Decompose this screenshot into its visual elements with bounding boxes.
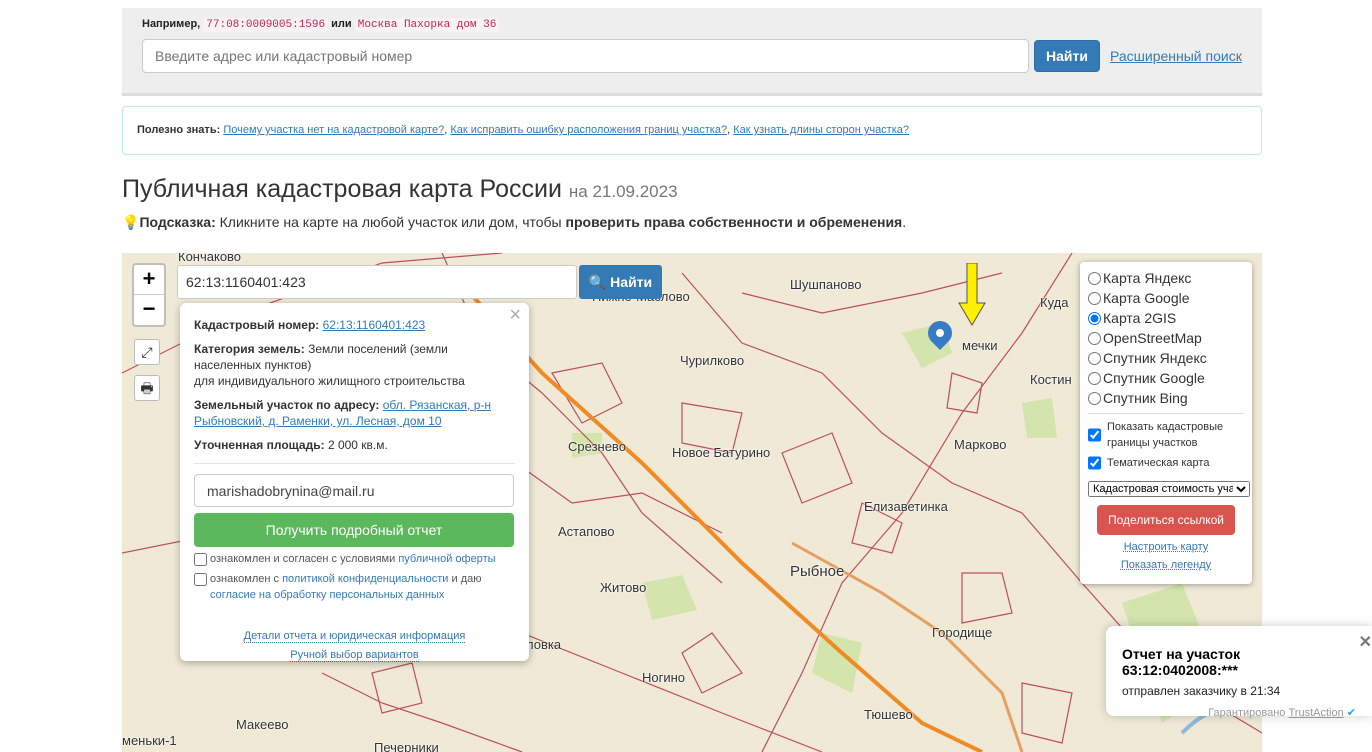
search-button[interactable]: Найти xyxy=(1034,40,1100,72)
example-cadastral[interactable]: 77:08:0009005:1596 xyxy=(203,18,329,32)
manual-select-link[interactable]: Ручной выбор вариантов xyxy=(290,649,419,662)
map-label: Рыбное xyxy=(790,563,845,580)
layer-option[interactable]: Спутник Bing xyxy=(1088,388,1244,408)
layer-option[interactable]: Карта 2GIS xyxy=(1088,308,1244,328)
search-panel: Например, 77:08:0009005:1596 или Москва … xyxy=(122,8,1262,96)
map-label: ловка xyxy=(526,637,562,652)
print-icon[interactable]: 🖶 xyxy=(134,375,160,401)
privacy-link[interactable]: политикой конфиденциальности xyxy=(282,573,448,585)
layer-option[interactable]: Карта Яндекс xyxy=(1088,268,1244,288)
map-label: Городище xyxy=(932,625,993,640)
search-icon: 🔍 xyxy=(588,273,607,290)
parcel-popup: × Кадастровый номер: 62:13:1160401:423 К… xyxy=(180,303,529,662)
share-link-button[interactable]: Поделиться ссылкой xyxy=(1097,505,1235,535)
report-notification: ✕ Отчет на участок 63:12:0402008:*** отп… xyxy=(1106,626,1372,719)
tips-panel: Полезно знать: Почему участка нет на кад… xyxy=(122,106,1262,155)
map-label: Срезнево xyxy=(568,439,626,454)
layer-option[interactable]: Спутник Яндекс xyxy=(1088,348,1244,368)
offer-checkbox[interactable] xyxy=(194,552,207,566)
map-label: Шушпаново xyxy=(790,277,862,292)
arrow-down-icon xyxy=(958,263,986,326)
map-date: на 21.09.2023 xyxy=(568,182,678,201)
map-label: Новое Батурино xyxy=(672,445,771,460)
show-legend-link[interactable]: Показать легенду xyxy=(1088,559,1244,571)
page-title: Публичная кадастровая карта России на 21… xyxy=(122,175,678,203)
map-label: мечки xyxy=(962,338,998,353)
search-input[interactable] xyxy=(142,39,1029,73)
report-details-link[interactable]: Детали отчета и юридическая информация xyxy=(243,630,466,643)
map-label: Марково xyxy=(954,437,1007,452)
map-label: Кончаково xyxy=(178,253,242,264)
fullscreen-icon[interactable]: ⤢ xyxy=(134,339,160,365)
close-icon[interactable]: × xyxy=(509,305,521,325)
configure-map-link[interactable]: Настроить карту xyxy=(1088,541,1244,553)
map-label: Елизаветинка xyxy=(864,499,948,514)
tip-link[interactable]: Почему участка нет на кадастровой карте? xyxy=(223,124,444,136)
tip-link[interactable]: Как исправить ошибку расположения границ… xyxy=(450,124,727,136)
map-label: Ногино xyxy=(642,670,686,685)
consent-link[interactable]: согласие на обработку персональных данны… xyxy=(210,589,444,601)
get-report-button[interactable]: Получить подробный отчет xyxy=(194,513,514,547)
privacy-checkbox[interactable] xyxy=(194,572,207,586)
search-example: Например, 77:08:0009005:1596 или Москва … xyxy=(142,18,500,32)
close-icon[interactable]: ✕ xyxy=(1359,632,1372,652)
layers-panel: Карта Яндекс Карта Google Карта 2GIS Ope… xyxy=(1080,262,1252,584)
map-label: меньки-1 xyxy=(122,733,177,748)
map-label: Макеево xyxy=(236,717,289,732)
thematic-select[interactable]: Кадастровая стоимость участков xyxy=(1088,481,1250,497)
map-label: Костин xyxy=(1030,372,1072,387)
zoom-out-button[interactable]: − xyxy=(134,295,164,325)
tips-label: Полезно знать: xyxy=(137,124,221,136)
map-label: Житово xyxy=(600,580,647,595)
cadastral-number-link[interactable]: 62:13:1160401:423 xyxy=(323,318,426,332)
layer-option[interactable]: Карта Google xyxy=(1088,288,1244,308)
zoom-in-button[interactable]: + xyxy=(134,265,164,295)
trustaction-link[interactable]: TrustAction xyxy=(1288,707,1343,719)
example-address[interactable]: Москва Пахорка дом 36 xyxy=(354,18,500,32)
lightbulb-icon: 💡 xyxy=(122,214,140,230)
advanced-search-link[interactable]: Расширенный поиск xyxy=(1110,48,1242,64)
map-search-button[interactable]: 🔍 Найти xyxy=(579,265,662,299)
cadastral-number-input[interactable] xyxy=(177,265,577,299)
cadastral-map[interactable]: Кончаково Нижне-Маслово Шушпаново Куда Ч… xyxy=(122,253,1262,752)
zoom-control: + − xyxy=(132,263,166,327)
map-label: Тюшево xyxy=(864,707,913,722)
email-input[interactable] xyxy=(194,474,514,507)
offer-link[interactable]: публичной оферты xyxy=(398,553,495,565)
show-borders-checkbox[interactable] xyxy=(1088,419,1101,451)
map-label: Печерники xyxy=(374,740,439,752)
map-label: Куда xyxy=(1040,295,1069,310)
hint: 💡Подсказка: Кликните на карте на любой у… xyxy=(122,214,907,230)
map-label: Астапово xyxy=(558,524,615,539)
map-label: Чурилково xyxy=(680,353,745,368)
layer-option[interactable]: Спутник Google xyxy=(1088,368,1244,388)
tip-link[interactable]: Как узнать длины сторон участка? xyxy=(733,124,909,136)
verified-icon: ✔ xyxy=(1346,707,1356,719)
layer-option[interactable]: OpenStreetMap xyxy=(1088,328,1244,348)
thematic-map-checkbox[interactable] xyxy=(1088,455,1101,471)
